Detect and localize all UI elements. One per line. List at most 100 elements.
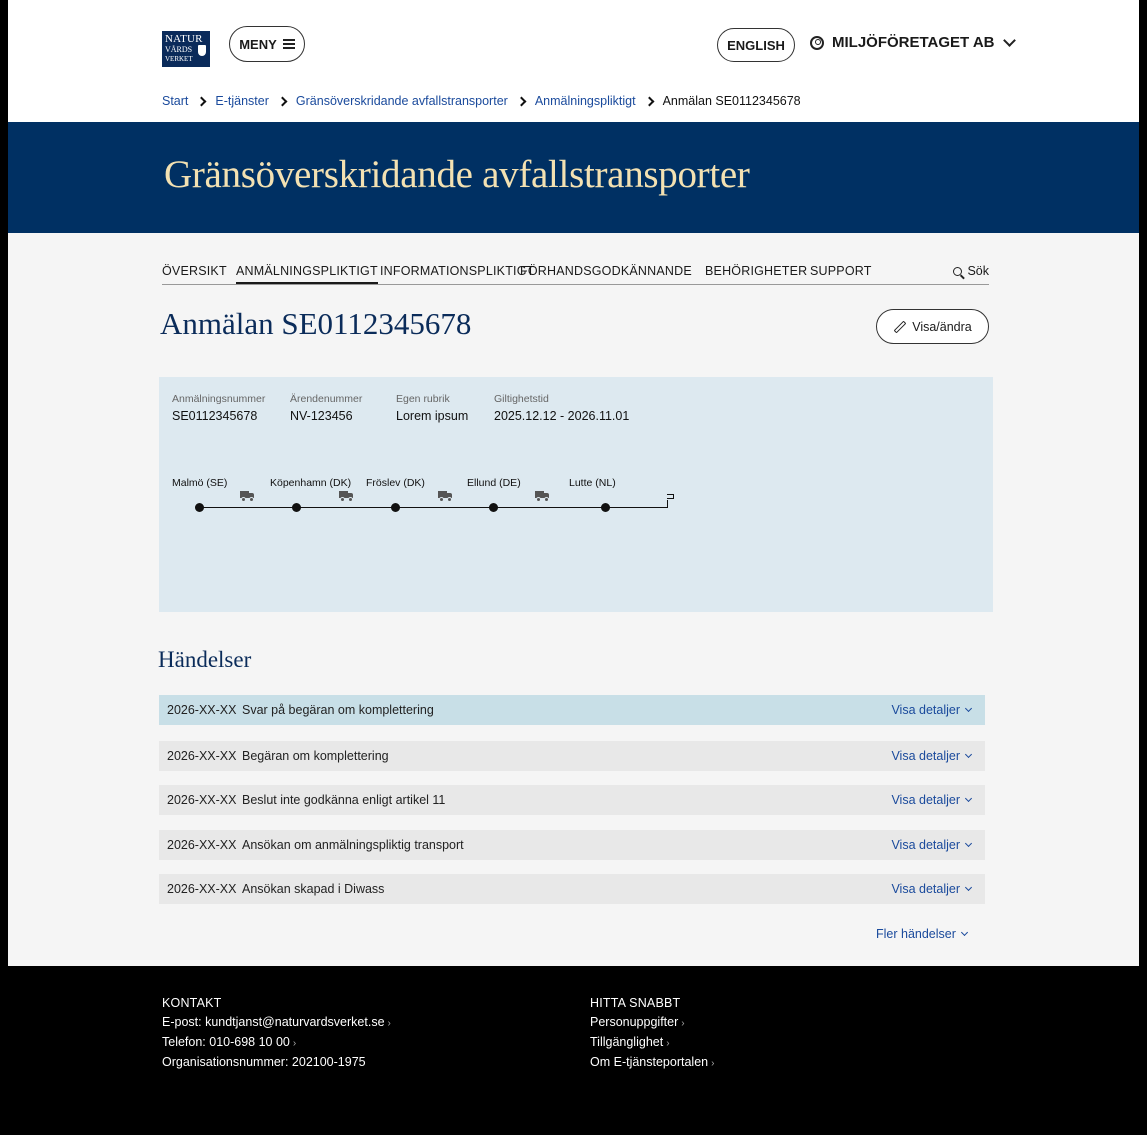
menu-button[interactable]: MENY [229,26,305,62]
route-stop-label: Köpenhamn (DK) [270,477,352,489]
user-icon [810,35,824,50]
show-details-label: Visa detaljer [891,838,960,852]
route-stop-dot [292,503,301,512]
tab-forhandsgodkannande[interactable]: FÖRHANDSGODKÄNNANDE [520,264,692,278]
language-button[interactable]: ENGLISH [717,28,795,62]
tab-anmalningspliktigt[interactable]: ANMÄLNINGSPLIKTIGT [236,264,378,284]
chevron-right-icon: › [387,1018,391,1029]
event-date: 2026-XX-XX [167,749,237,763]
chevron-right-icon: › [666,1038,670,1049]
breadcrumb-start[interactable]: Start [162,94,188,108]
chevron-down-icon [964,750,973,759]
page-title: Anmälan SE0112345678 [160,306,472,341]
footer-link-personuppgifter[interactable]: Personuppgifter › [590,1013,714,1033]
footer-link-label: Tillgänglighet [590,1035,664,1049]
footer-heading: KONTAKT [162,996,222,1010]
chevron-right-icon [196,96,207,106]
field-giltighetstid: Giltighetstid 2025.12.12 - 2026.11.01 [494,393,629,423]
footer-heading: HITTA SNABBT [590,996,681,1010]
breadcrumb-etjanster[interactable]: E-tjänster [215,94,269,108]
field-value: NV-123456 [290,409,353,423]
event-row[interactable]: 2026-XX-XX Ansökan om anmälningspliktig … [159,830,985,860]
event-text: Ansökan om anmälningspliktig transport [242,838,464,852]
footer-quick-links: HITTA SNABBT Personuppgifter › Tillgängli… [590,994,714,1073]
route-stop-label: Malmö (SE) [172,477,228,489]
event-date: 2026-XX-XX [167,882,237,896]
field-value: 2025.12.12 - 2026.11.01 [494,409,630,423]
chevron-right-icon: › [681,1018,685,1029]
event-row[interactable]: 2026-XX-XX Begäran om komplettering Visa… [159,741,985,771]
logo-text-3: VERKET [165,55,193,63]
event-row[interactable]: 2026-XX-XX Ansökan skapad i Diwass Visa … [159,874,985,904]
breadcrumb-current: Anmälan SE0112345678 [662,94,801,108]
show-details-link[interactable]: Visa detaljer [891,703,973,717]
chevron-down-icon [964,839,973,848]
event-text: Beslut inte godkänna enligt artikel 11 [242,793,446,807]
pencil-icon [893,320,907,333]
tab-behorigheter[interactable]: BEHÖRIGHETER [705,264,807,278]
hero-title: Gränsöverskridande avfallstransporter [164,153,750,196]
view-edit-button[interactable]: Visa/ändra [876,309,989,344]
section-nav: ÖVERSIKT ANMÄLNINGSPLIKTIGT INFORMATIONS… [162,262,989,285]
event-row[interactable]: 2026-XX-XX Svar på begäran om kompletter… [159,695,985,725]
show-details-label: Visa detaljer [891,882,960,896]
field-label: Egen rubrik [396,393,450,405]
footer-phone-link[interactable]: Telefon: 010-698 10 00 › [162,1033,391,1053]
site-header: NATUR VÅRDS VERKET MENY ENGLISH MILJÖFÖR… [8,0,1139,122]
notification-summary: Anmälningsnummer SE0112345678 Ärendenumm… [159,377,993,612]
breadcrumb-avfallstransporter[interactable]: Gränsöverskridande avfallstransporter [296,94,508,108]
field-value: SE0112345678 [172,409,258,423]
footer-link-tillganglighet[interactable]: Tillgänglighet › [590,1033,714,1053]
show-details-label: Visa detaljer [891,703,960,717]
logo-text-2: VÅRDS [165,45,193,54]
tab-oversikt[interactable]: ÖVERSIKT [162,264,227,278]
more-events-link[interactable]: Fler händelser [876,927,968,941]
field-label: Giltighetstid [494,393,549,405]
event-date: 2026-XX-XX [167,703,237,717]
flag-icon [667,494,674,499]
show-details-link[interactable]: Visa detaljer [891,793,973,807]
frame-right [1139,0,1147,1135]
route-stop-dot [601,503,610,512]
event-text: Begäran om komplettering [242,749,389,763]
field-arendenummer: Ärendenummer NV-123456 [290,393,362,423]
field-egen-rubrik: Egen rubrik Lorem ipsum [396,393,468,423]
route-stop-label: Lutte (NL) [569,477,616,489]
breadcrumb: Start E-tjänster Gränsöverskridande avfa… [162,94,801,108]
footer-phone: Telefon: 010-698 10 00 [162,1035,290,1049]
language-label: ENGLISH [727,37,785,53]
event-date: 2026-XX-XX [167,838,237,852]
footer-email: E-post: kundtjanst@naturvardsverket.se [162,1015,385,1029]
field-anmalningsnummer: Anmälningsnummer SE0112345678 [172,393,265,423]
search-label: Sök [967,264,989,278]
chevron-down-icon [964,704,973,713]
search-link[interactable]: Sök [953,264,989,278]
search-icon [953,266,963,276]
tab-informationspliktigt[interactable]: INFORMATIONSPLIKTIGT [380,264,534,278]
show-details-label: Visa detaljer [891,793,960,807]
logo-text-1: NATUR [165,33,203,45]
site-footer: KONTAKT E-post: kundtjanst@naturvardsver… [0,966,1147,1135]
account-menu[interactable]: MILJÖFÖRETAGET AB [810,34,1016,51]
naturvardsverket-logo[interactable]: NATUR VÅRDS VERKET [162,31,210,67]
events-heading: Händelser [158,647,252,672]
show-details-link[interactable]: Visa detaljer [891,838,973,852]
footer-link-om-portalen[interactable]: Om E-tjänsteportalen › [590,1053,714,1073]
event-date: 2026-XX-XX [167,793,237,807]
view-edit-label: Visa/ändra [912,319,972,334]
route-end-post [667,500,668,508]
field-value: Lorem ipsum [396,409,469,423]
chevron-down-icon [964,883,973,892]
show-details-link[interactable]: Visa detaljer [891,749,973,763]
tab-support[interactable]: SUPPORT [810,264,872,278]
event-text: Ansökan skapad i Diwass [242,882,385,896]
chevron-down-icon [960,928,968,937]
footer-email-link[interactable]: E-post: kundtjanst@naturvardsverket.se › [162,1013,391,1033]
breadcrumb-anmalningspliktigt[interactable]: Anmälningspliktigt [535,94,636,108]
route-stop-dot [489,503,498,512]
event-row[interactable]: 2026-XX-XX Beslut inte godkänna enligt a… [159,785,985,815]
chevron-right-icon: › [292,1038,297,1049]
show-details-link[interactable]: Visa detaljer [891,882,973,896]
chevron-down-icon [964,794,973,803]
crown-icon [198,45,206,56]
